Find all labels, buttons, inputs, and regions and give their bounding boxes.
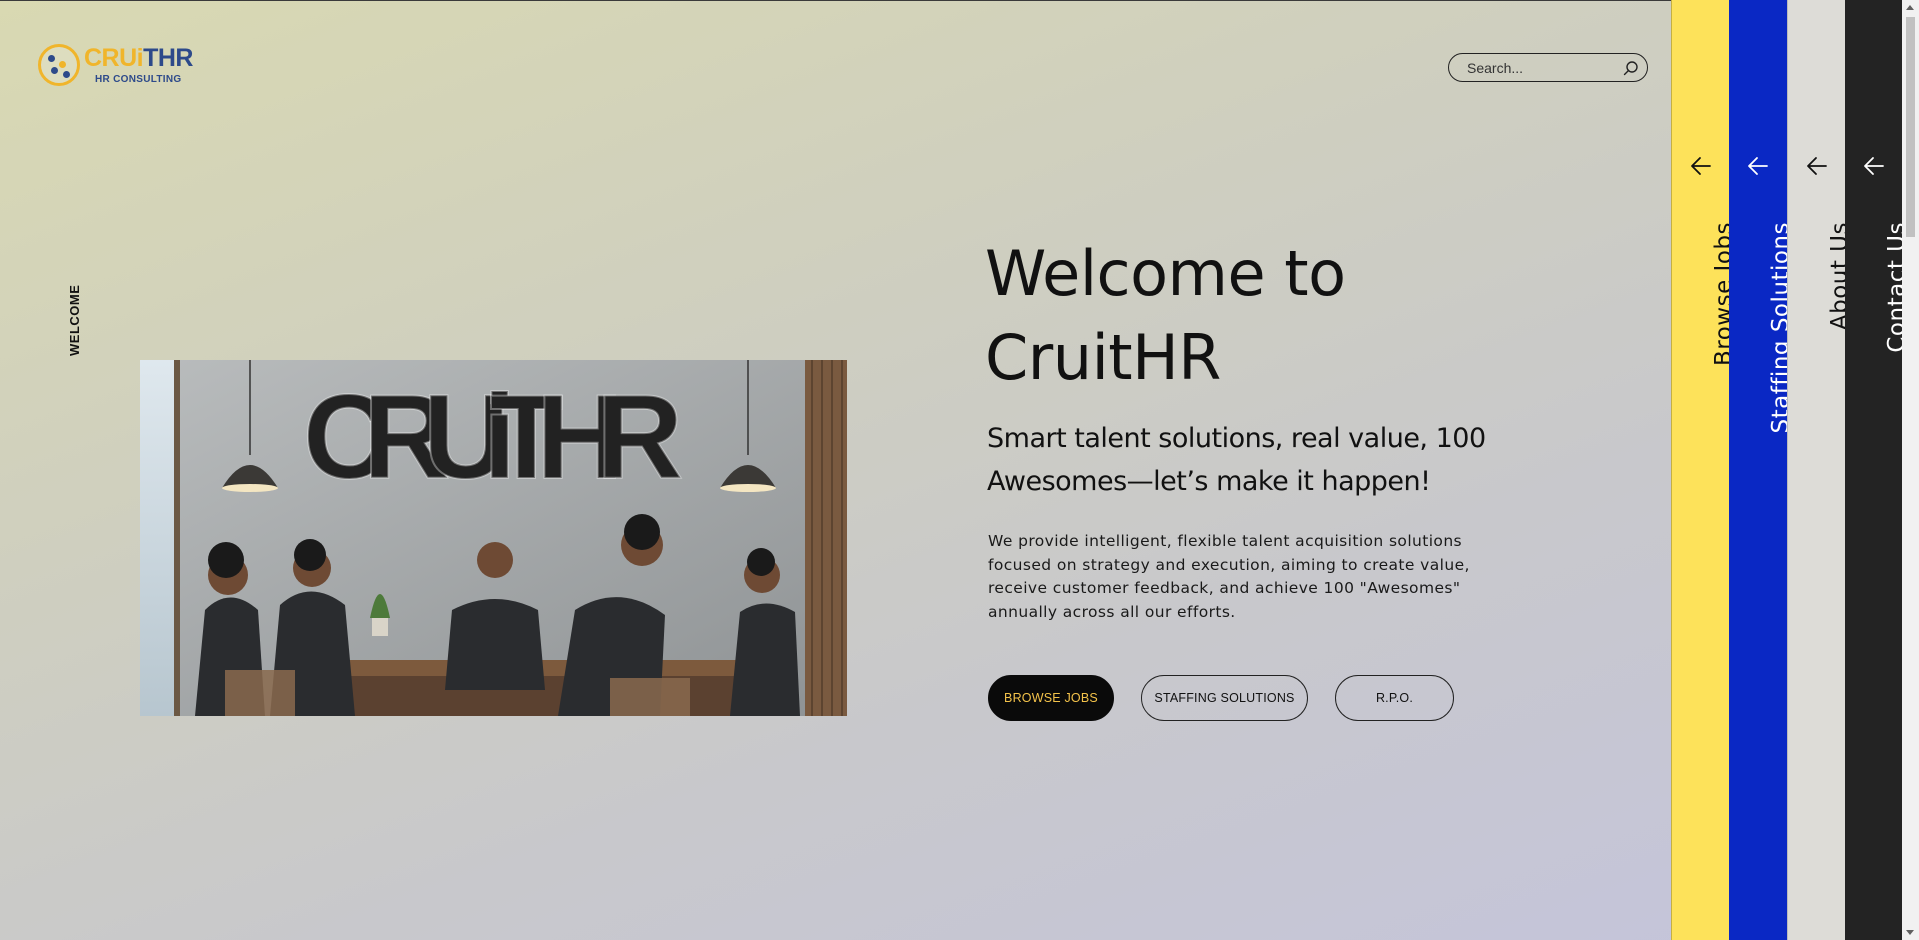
- hero-title: Welcome to CruitHR: [985, 237, 1346, 394]
- scroll-thumb[interactable]: [1906, 17, 1915, 237]
- staffing-solutions-button[interactable]: STAFFING SOLUTIONS: [1141, 675, 1308, 721]
- side-panel-contact-us[interactable]: Contact Us: [1845, 0, 1910, 940]
- office-meeting-illustration: CRUiTHR: [140, 360, 847, 716]
- welcome-section-label: WELCOME: [67, 284, 82, 356]
- arrow-left-icon: [1864, 157, 1884, 175]
- hero-subtitle: Smart talent solutions, real value, 100 …: [987, 423, 1486, 497]
- scroll-down-arrow-icon[interactable]: [1906, 930, 1914, 935]
- arrow-left-icon: [1748, 157, 1768, 175]
- hero-description: We provide intelligent, flexible talent …: [988, 532, 1470, 621]
- cruithr-logo[interactable]: CRUiTHR HR CONSULTING: [38, 42, 198, 92]
- search-icon[interactable]: [1623, 60, 1639, 76]
- search-box: [1448, 53, 1648, 82]
- logo-wordmark: CRUiTHR: [84, 44, 193, 72]
- page-scrollbar[interactable]: [1902, 0, 1919, 940]
- side-panel-staffing-solutions[interactable]: Staffing Solutions: [1729, 0, 1794, 940]
- side-panel-browse-jobs[interactable]: Browse Jobs: [1671, 0, 1737, 940]
- top-border: [0, 0, 1919, 1]
- logo-subtitle: HR CONSULTING: [95, 74, 182, 85]
- side-panel-about-us[interactable]: About Us: [1787, 0, 1853, 940]
- rpo-button[interactable]: R.P.O.: [1335, 675, 1454, 721]
- scroll-up-arrow-icon[interactable]: [1906, 5, 1914, 10]
- sign-text: CRUiTHR: [303, 370, 683, 504]
- arrow-left-icon: [1807, 157, 1827, 175]
- browse-jobs-button[interactable]: BROWSE JOBS: [988, 675, 1114, 721]
- hero-image: CRUiTHR: [140, 360, 847, 716]
- logo-people-icon: [38, 44, 80, 86]
- arrow-left-icon: [1691, 157, 1711, 175]
- search-input[interactable]: [1467, 58, 1617, 77]
